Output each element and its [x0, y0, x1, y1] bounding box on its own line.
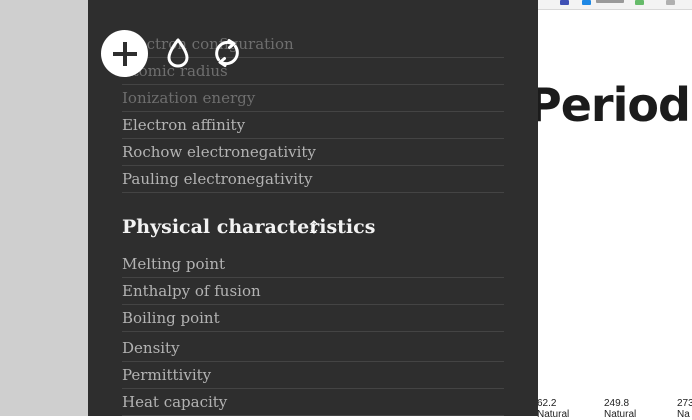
- bookmark-icon[interactable]: [666, 0, 675, 5]
- drop-button[interactable]: [161, 36, 195, 70]
- list-item-electron-affinity[interactable]: Electron affinity: [122, 112, 504, 139]
- table-cell: 249.8 Natural: [604, 398, 636, 420]
- table-cell: 273 Na: [677, 398, 692, 420]
- cell-value: 273: [677, 398, 692, 409]
- list-item-enthalpy-of-fusion[interactable]: Enthalpy of fusion: [122, 278, 504, 305]
- cell-value: 249.8: [604, 398, 630, 409]
- property-picker-panel: Electron configuration Atomic radius Ion…: [88, 0, 538, 416]
- bookmark-label[interactable]: [596, 0, 624, 3]
- drop-icon: [167, 38, 189, 68]
- bookmark-icon[interactable]: [582, 0, 591, 5]
- mouse-cursor-icon: [310, 220, 318, 234]
- bookmark-icon[interactable]: [635, 0, 644, 5]
- cell-subtitle: Na: [677, 409, 690, 420]
- list-item-heat-capacity[interactable]: Heat capacity: [122, 389, 504, 416]
- page-title: Periodi: [528, 78, 692, 132]
- add-button[interactable]: [101, 30, 148, 77]
- table-cell: 62.2 Natural: [537, 398, 569, 420]
- plus-icon: [112, 41, 137, 66]
- cell-subtitle: Natural: [537, 409, 570, 420]
- list-item-density[interactable]: Density: [122, 335, 504, 362]
- browser-side-region: [0, 0, 88, 416]
- list-item-boiling-point[interactable]: Boiling point: [122, 305, 504, 332]
- cell-value: 62.2: [537, 398, 557, 409]
- list-item-permittivity[interactable]: Permittivity: [122, 362, 504, 389]
- section-heading-physical: Physical characteristics: [122, 216, 376, 238]
- list-item-rochow-electronegativity[interactable]: Rochow electronegativity: [122, 139, 504, 166]
- refresh-button[interactable]: [210, 36, 244, 70]
- list-item-ionization-energy[interactable]: Ionization energy: [122, 85, 504, 112]
- list-item-melting-point[interactable]: Melting point: [122, 251, 504, 278]
- list-item-pauling-electronegativity[interactable]: Pauling electronegativity: [122, 166, 504, 193]
- bookmark-icon[interactable]: [560, 0, 569, 5]
- cell-subtitle: Natural: [604, 409, 637, 420]
- refresh-icon: [215, 39, 239, 67]
